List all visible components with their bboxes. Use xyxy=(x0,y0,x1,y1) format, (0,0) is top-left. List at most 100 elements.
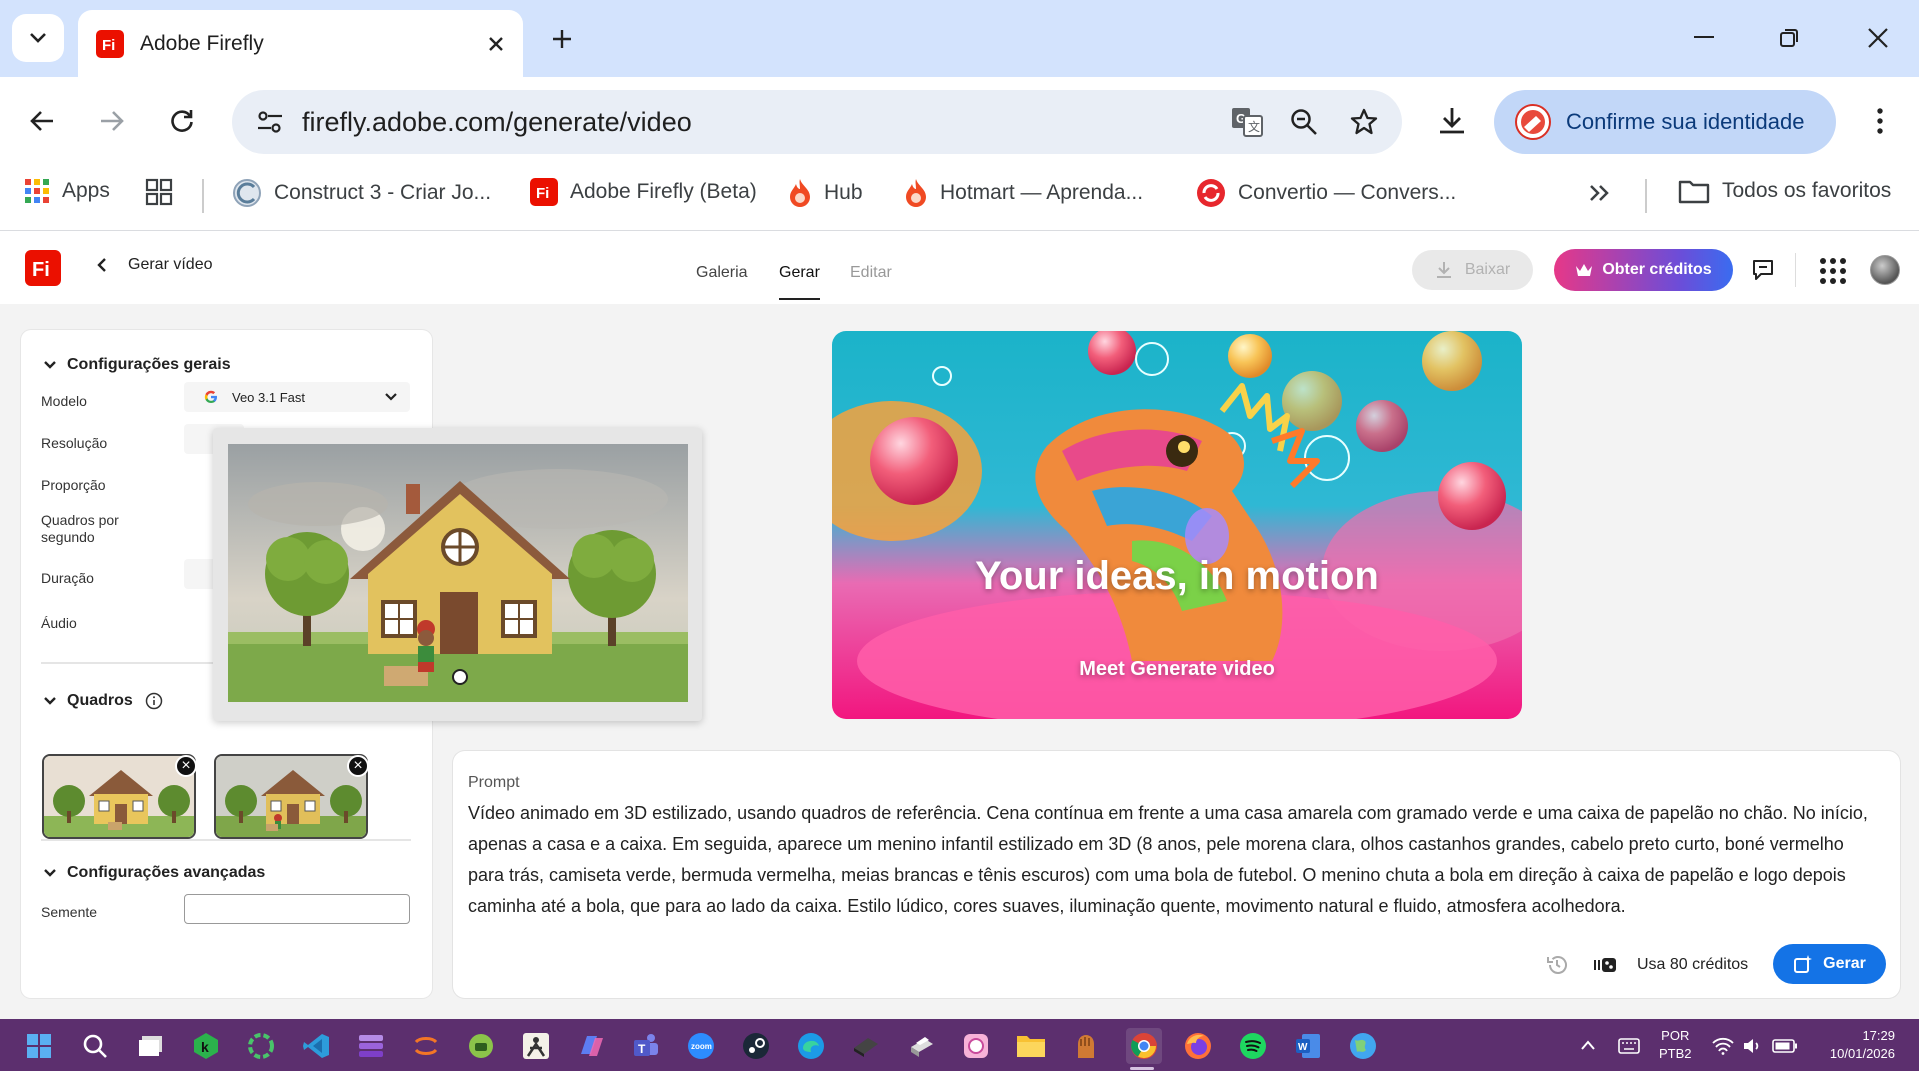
crown-icon xyxy=(1576,264,1593,276)
star-icon[interactable] xyxy=(1350,108,1378,136)
taskbar-app-weather[interactable] xyxy=(1348,1031,1378,1061)
taskbar-app-chrome[interactable] xyxy=(1126,1028,1162,1064)
prompt-panel: Prompt Vídeo animado em 3D estilizado, u… xyxy=(453,751,1900,998)
taskbar-app-edge[interactable] xyxy=(796,1031,826,1061)
clock[interactable]: 17:29 10/01/2026 xyxy=(1815,1027,1895,1063)
download-button[interactable]: Baixar xyxy=(1412,250,1533,290)
tab-generate[interactable]: Gerar xyxy=(779,264,820,282)
seed-label: Semente xyxy=(41,904,98,920)
downloads-button[interactable] xyxy=(1430,101,1474,141)
taskbar-app-firefox[interactable] xyxy=(1183,1031,1213,1061)
taskbar-search-button[interactable] xyxy=(80,1031,110,1061)
bookmark-convertio[interactable]: Convertio — Convers... xyxy=(1196,178,1456,208)
taskbar-app-zoom[interactable]: zoom xyxy=(686,1031,716,1061)
battery-icon[interactable] xyxy=(1772,1039,1798,1053)
input-language-indicator[interactable]: POR PTB2 xyxy=(1659,1027,1692,1063)
promo-banner[interactable]: Your ideas, in motion Meet Generate vide… xyxy=(832,331,1522,719)
minimize-button[interactable] xyxy=(1684,20,1724,56)
identity-button[interactable]: Confirme sua identidade xyxy=(1494,90,1836,154)
remove-start-frame-button[interactable]: × xyxy=(175,755,197,777)
more-bookmarks-button[interactable] xyxy=(1588,183,1610,203)
seed-input[interactable] xyxy=(184,894,410,924)
bookmark-hotmart[interactable]: Hotmart — Aprenda... xyxy=(904,178,1143,208)
tab-gallery[interactable]: Galeria xyxy=(696,264,748,282)
bookmark-construct3[interactable]: Construct 3 - Criar Jo... xyxy=(232,178,491,208)
bookmark-hub[interactable]: Hub xyxy=(788,178,863,208)
browser-menu-button[interactable] xyxy=(1862,101,1898,141)
tab-search-button[interactable] xyxy=(12,14,64,62)
arrow-right-icon xyxy=(101,111,124,131)
taskbar-app-purple[interactable] xyxy=(356,1031,386,1061)
taskbar-app-ring[interactable] xyxy=(246,1031,276,1061)
taskbar-app-steam[interactable] xyxy=(741,1031,771,1061)
taskbar-task-view[interactable] xyxy=(136,1031,166,1061)
grid-icon xyxy=(145,178,173,206)
chevron-down-icon xyxy=(44,361,56,369)
translate-icon[interactable]: G文 xyxy=(1230,106,1264,138)
taskbar-app-kaspersky[interactable]: k xyxy=(191,1031,221,1061)
site-info-button[interactable] xyxy=(248,100,292,144)
start-frame-thumbnail[interactable] xyxy=(42,754,196,839)
taskbar-app-copilot[interactable] xyxy=(576,1031,606,1061)
feedback-icon[interactable] xyxy=(1751,258,1775,282)
history-icon[interactable] xyxy=(1546,954,1568,976)
address-bar[interactable]: firefly.adobe.com/generate/video G文 xyxy=(232,90,1402,154)
prompt-textarea[interactable]: Vídeo animado em 3D estilizado, usando q… xyxy=(468,798,1880,922)
taskbar-app-teams[interactable]: T xyxy=(631,1031,661,1061)
reload-button[interactable] xyxy=(162,101,202,141)
frames-header[interactable]: Quadros xyxy=(43,692,163,710)
chevron-down-icon xyxy=(385,393,397,401)
info-icon[interactable] xyxy=(145,692,163,710)
all-favorites-button[interactable]: Todos os favoritos xyxy=(1678,178,1891,204)
app-switcher-icon[interactable] xyxy=(1820,258,1846,284)
tab-edit[interactable]: Editar xyxy=(850,264,892,282)
advanced-settings-header[interactable]: Configurações avançadas xyxy=(43,864,265,882)
taskbar-app-glove[interactable] xyxy=(1071,1031,1101,1061)
clock-date: 10/01/2026 xyxy=(1829,1046,1895,1061)
remove-end-frame-button[interactable]: × xyxy=(347,755,369,777)
taskbar-app-vscode[interactable] xyxy=(301,1031,331,1061)
new-tab-button[interactable] xyxy=(542,22,582,56)
start-button[interactable] xyxy=(24,1031,54,1061)
taskbar-app-explorer[interactable] xyxy=(1016,1031,1046,1061)
volume-icon[interactable] xyxy=(1742,1037,1764,1055)
close-window-button[interactable] xyxy=(1858,20,1898,56)
bookmark-firefly[interactable]: Fi Adobe Firefly (Beta) xyxy=(530,178,757,206)
browser-tab-active[interactable]: Fi Adobe Firefly xyxy=(78,10,523,77)
k-app-icon: k xyxy=(194,1033,218,1059)
back-to-generate-button[interactable]: Gerar vídeo xyxy=(96,256,212,274)
general-settings-header[interactable]: Configurações gerais xyxy=(43,356,231,374)
taskbar-app-printer[interactable] xyxy=(906,1031,936,1061)
prompt-label: Prompt xyxy=(468,774,520,791)
close-icon[interactable] xyxy=(487,35,505,53)
wifi-icon[interactable] xyxy=(1712,1037,1734,1055)
avatar[interactable] xyxy=(1870,255,1900,285)
bookmark-divider xyxy=(202,179,204,213)
credits-icon xyxy=(1594,958,1616,972)
chevron-up-icon[interactable] xyxy=(1580,1039,1596,1051)
get-credits-button[interactable]: Obter créditos xyxy=(1554,249,1733,291)
end-frame-thumbnail[interactable] xyxy=(214,754,368,839)
identity-label: Confirme sua identidade xyxy=(1566,109,1805,134)
taskbar-app-device[interactable] xyxy=(851,1031,881,1061)
forward-button[interactable] xyxy=(92,101,132,141)
taskbar-app-spotify[interactable] xyxy=(1238,1031,1268,1061)
taskbar-app-android[interactable] xyxy=(466,1031,496,1061)
taskbar-app-camera[interactable] xyxy=(961,1031,991,1061)
taskbar-app-word[interactable]: W xyxy=(1293,1031,1323,1061)
restore-button[interactable] xyxy=(1769,20,1809,56)
generate-button[interactable]: Gerar xyxy=(1773,944,1886,984)
taskbar-app-inkscape[interactable] xyxy=(521,1031,551,1061)
more-vertical-icon xyxy=(1877,108,1883,134)
model-select[interactable]: Veo 3.1 Fast xyxy=(184,382,410,412)
keyboard-icon[interactable] xyxy=(1618,1038,1640,1054)
folder-icon xyxy=(1678,180,1710,204)
back-button[interactable] xyxy=(22,101,62,141)
tab-groups-button[interactable] xyxy=(145,178,173,206)
zoom-out-icon[interactable] xyxy=(1290,108,1318,136)
taskbar-app-jupyter[interactable] xyxy=(411,1031,441,1061)
bookmark-apps[interactable]: Apps xyxy=(24,178,110,204)
apps-grid-icon xyxy=(25,179,49,203)
firefly-logo-icon[interactable]: Fi xyxy=(25,250,61,286)
resolution-label: Resolução xyxy=(41,435,108,451)
